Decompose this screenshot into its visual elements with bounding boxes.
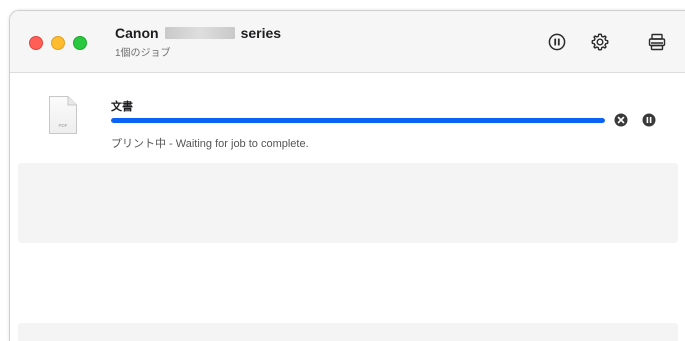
print-queue-window: Canon series 1個のジョブ PDF 文書 プリント中 - Waiti… xyxy=(9,10,685,341)
printer-name-prefix: Canon xyxy=(115,25,159,41)
redacted-model-number xyxy=(164,27,235,39)
hold-job-button[interactable] xyxy=(642,113,656,127)
empty-job-row xyxy=(18,323,678,341)
cancel-x-circle-icon xyxy=(614,113,628,127)
file-type-label: PDF xyxy=(59,123,68,128)
printer-info-button[interactable] xyxy=(646,31,668,53)
gear-icon xyxy=(591,33,609,51)
empty-job-row xyxy=(18,163,678,243)
zoom-window-button[interactable] xyxy=(73,36,87,50)
minimize-window-button[interactable] xyxy=(51,36,65,50)
job-status-text: プリント中 - Waiting for job to complete. xyxy=(111,138,309,150)
pdf-document-icon: PDF xyxy=(48,95,78,140)
printer-settings-button[interactable] xyxy=(589,31,611,53)
job-count-label: 1個のジョブ xyxy=(115,48,171,59)
job-progress-bar xyxy=(111,118,605,123)
job-name: 文書 xyxy=(111,101,133,113)
pause-circle-icon xyxy=(548,33,566,51)
print-job-row[interactable]: PDF 文書 プリント中 - Waiting for job to comple… xyxy=(10,73,685,163)
cancel-job-button[interactable] xyxy=(614,113,628,127)
pause-printer-button[interactable] xyxy=(546,31,568,53)
printer-icon xyxy=(648,33,666,51)
job-progress-fill xyxy=(111,118,605,123)
title-bar: Canon series 1個のジョブ xyxy=(10,11,685,73)
close-window-button[interactable] xyxy=(29,36,43,50)
window-title: Canon series xyxy=(115,24,281,42)
printer-name-suffix: series xyxy=(240,25,282,41)
window-title-group: Canon series 1個のジョブ xyxy=(115,24,281,59)
pause-circle-icon xyxy=(642,113,656,127)
